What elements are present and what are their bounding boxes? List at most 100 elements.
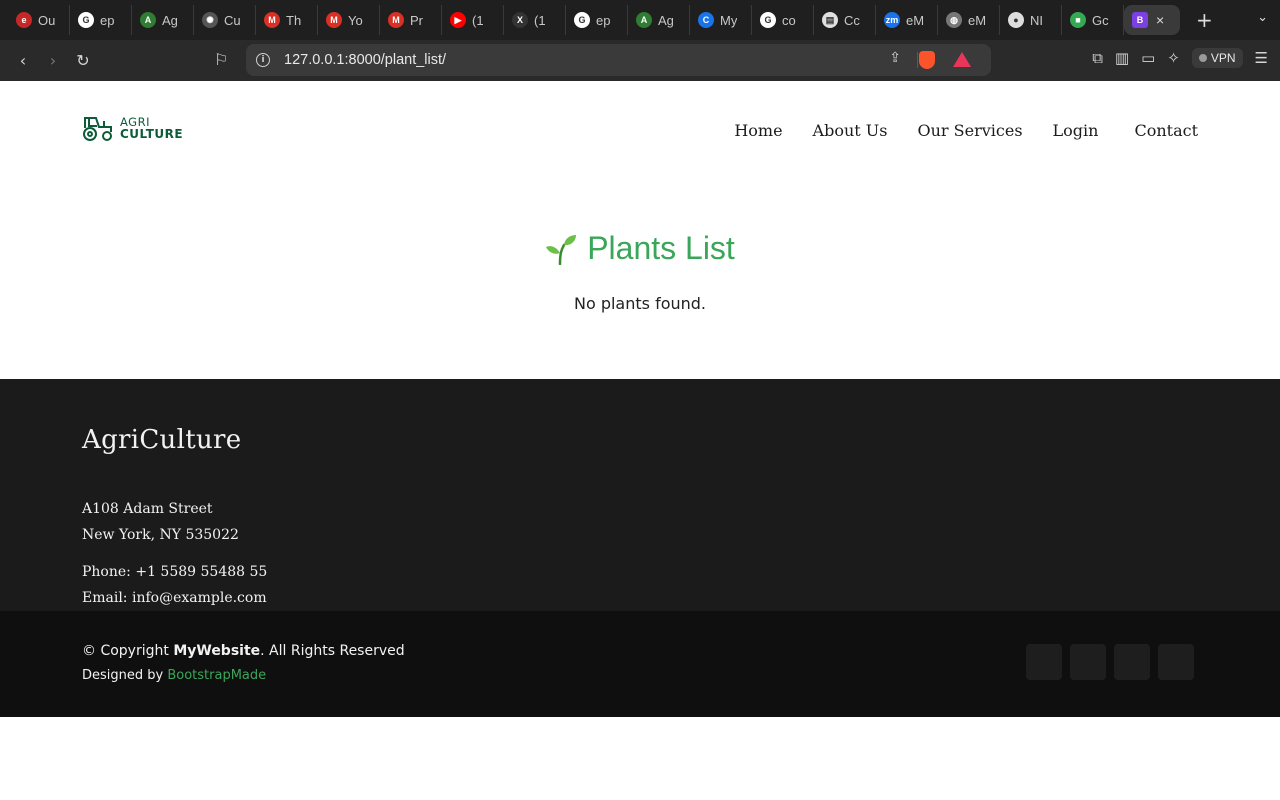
gmail-icon: M [264,12,280,28]
browser-tab[interactable]: M Th [256,5,318,35]
browser-tab-title: eM [906,12,925,28]
page-title: Plants List [0,230,1280,267]
browser-tab-title: Ag [162,12,178,28]
facebook-icon[interactable] [1070,644,1106,680]
footer-address: A108 Adam Street New York, NY 535022 [82,496,239,548]
credits: Designed by BootstrapMade [82,668,266,683]
browser-tab[interactable]: ✺ Cu [194,5,256,35]
site-logo[interactable]: AGRI CULTURE [82,114,183,142]
web-page: AGRI CULTURE Home About Us Our Services … [0,81,1280,800]
designer-link[interactable]: BootstrapMade [167,668,266,683]
browser-tab-title: Cc [844,12,860,28]
footer-email: Email: info@example.com [82,585,267,611]
browser-tab[interactable]: M Yo [318,5,380,35]
agri-icon: A [140,12,156,28]
email-label: Email: [82,590,128,606]
browser-tab[interactable]: Gco [752,5,814,35]
google-icon: G [78,12,94,28]
browser-tab-title: ep [596,12,611,28]
browser-tab[interactable]: C My [690,5,752,35]
globe-icon: ◍ [946,12,962,28]
sidebar-icon[interactable]: ▥ [1115,49,1129,67]
browser-tab[interactable]: zm eM [876,5,938,35]
meet-icon: ■ [1070,12,1086,28]
site-info-icon[interactable]: i [256,53,270,67]
browser-tab-active[interactable]: B × [1124,5,1180,35]
c-icon: C [698,12,714,28]
browser-tab-title: (1 [534,12,546,28]
browser-tab[interactable]: ● NI [1000,5,1062,35]
logo-line2: CULTURE [120,127,184,141]
linkedin-icon[interactable] [1158,644,1194,680]
tractor-icon [83,117,112,141]
site-header: AGRI CULTURE Home About Us Our Services … [0,81,1280,181]
browser-tab-title: co [782,12,796,28]
browser-tabstrip: e Ou Gep A Ag ✺ Cu M Th M Yo M Pr ▶ (1 X (1 Gep A Ag C My Gco ▤… [0,0,1280,40]
social-links [1026,644,1194,680]
e-icon: e [16,12,32,28]
browser-tab-title: Gc [1092,12,1109,28]
new-tab-icon[interactable]: + [1196,8,1213,32]
address-bar[interactable]: i 127.0.0.1:8000/plant_list/ ⇪ [246,44,991,76]
nav-about-us[interactable]: About Us [813,121,888,140]
browser-tab-title: Ou [38,12,56,28]
instagram-icon[interactable] [1114,644,1150,680]
nav-contact[interactable]: Contact [1134,121,1198,140]
vpn-button[interactable]: VPN [1191,48,1243,68]
url-text[interactable]: 127.0.0.1:8000/plant_list/ [284,52,446,68]
wallet-icon[interactable]: ▭ [1141,49,1155,67]
address-line-2: New York, NY 535022 [82,527,239,543]
twitter-icon[interactable] [1026,644,1062,680]
browser-tab-title: eM [968,12,987,28]
main-nav: Home About Us Our Services Login Contact [704,121,1198,140]
close-tab-icon[interactable]: × [1156,12,1164,28]
bootstrap-icon: B [1132,12,1148,28]
browser-toolbar: ‹ › ↻ ⚐ i 127.0.0.1:8000/plant_list/ ⇪ ⧉… [0,40,1280,81]
browser-tab[interactable]: A Ag [628,5,690,35]
chevron-down-icon[interactable]: ⌄ [1257,10,1268,25]
browser-tab-title: Cu [224,12,241,28]
credits-label: Designed by [82,668,164,683]
bookmark-icon[interactable]: ⚐ [214,50,228,69]
nav-login[interactable]: Login [1053,121,1099,140]
email-value: info@example.com [131,590,267,606]
address-line-1: A108 Adam Street [82,501,213,517]
brave-shield-icon[interactable] [919,51,935,69]
footer-brand[interactable]: AgriCulture [82,425,241,455]
share-icon[interactable]: ⇪ [889,50,901,66]
copyright-name: MyWebsite [173,643,261,659]
back-icon[interactable]: ‹ [8,51,38,70]
browser-tab-title: NI [1030,12,1043,28]
browser-tab[interactable]: Gep [70,5,132,35]
copyright-prefix: © Copyright [82,643,169,659]
browser-tab[interactable]: ▤ Cc [814,5,876,35]
browser-tab-title: (1 [472,12,484,28]
nav-home[interactable]: Home [734,121,782,140]
brave-rewards-icon[interactable] [953,52,971,67]
footer-contact: Phone: +1 5589 55488 55 Email: info@exam… [82,559,267,611]
browser-tab[interactable]: ▶ (1 [442,5,504,35]
copyright-suffix: . All Rights Reserved [260,643,405,659]
openai-icon: ✺ [202,12,218,28]
footer-info: AgriCulture A108 Adam Street New York, N… [0,379,1280,611]
browser-tab[interactable]: X (1 [504,5,566,35]
seedling-icon [546,234,577,265]
browser-tab[interactable]: Gep [566,5,628,35]
browser-tab[interactable]: M Pr [380,5,442,35]
page-bottom-space [0,717,1280,800]
browser-tab[interactable]: ◍ eM [938,5,1000,35]
youtube-icon: ▶ [450,12,466,28]
browser-tab[interactable]: ■ Gc [1062,5,1124,35]
gmail-icon: M [326,12,342,28]
menu-icon[interactable]: ☰ [1255,49,1268,67]
nav-our-services[interactable]: Our Services [918,121,1023,140]
forward-icon[interactable]: › [38,51,68,70]
browser-tab[interactable]: A Ag [132,5,194,35]
extensions-icon[interactable]: ⧉ [1092,49,1103,67]
reload-icon[interactable]: ↻ [68,51,98,70]
leo-ai-icon[interactable]: ✧ [1167,49,1180,67]
browser-tab[interactable]: e Ou [8,5,70,35]
browser-tab-title: Th [286,12,302,28]
agri-icon: A [636,12,652,28]
zm-icon: zm [884,12,900,28]
